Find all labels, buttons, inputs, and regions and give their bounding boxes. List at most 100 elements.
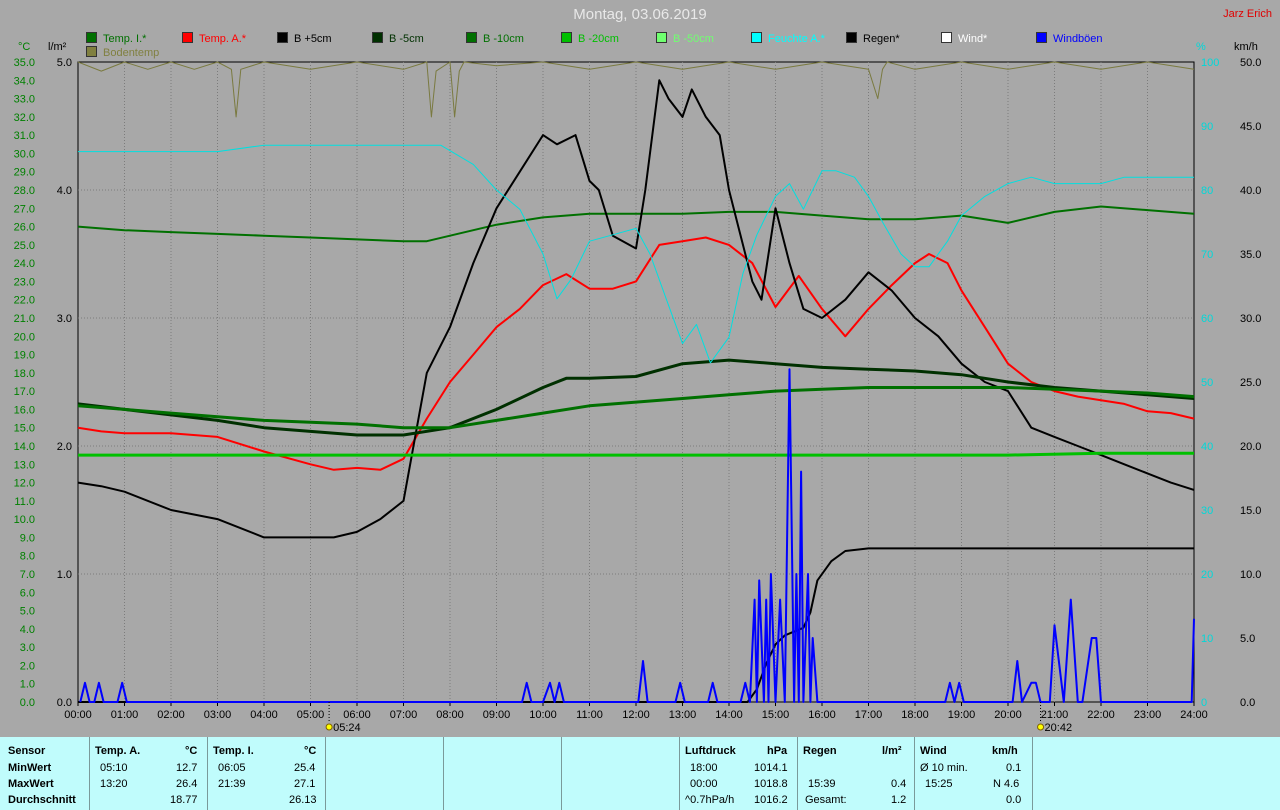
row-label-max: MaxWert	[8, 778, 54, 790]
temp-tick-label: 16.0	[14, 404, 35, 416]
temp-i-header: Temp. I.	[213, 745, 254, 757]
regen-total-label: Gesamt:	[805, 794, 847, 806]
x-tick-label: 24:00	[1180, 709, 1208, 721]
row-label-min: MinWert	[8, 762, 52, 774]
x-tick-label: 22:00	[1087, 709, 1115, 721]
rain-tick-label: 2.0	[57, 441, 72, 453]
temp-tick-label: 22.0	[14, 295, 35, 307]
row-label-avg: Durchschnitt	[8, 794, 76, 806]
rain-tick-label: 4.0	[57, 185, 72, 197]
wind-tick-label: 35.0	[1240, 249, 1261, 261]
rain-tick-label: 3.0	[57, 313, 72, 325]
regen-unit: l/m²	[882, 745, 902, 757]
temp-i-avg-value: 26.13	[289, 794, 317, 806]
wind-tick-label: 40.0	[1240, 185, 1261, 197]
temp-tick-label: 23.0	[14, 276, 35, 288]
temp-tick-label: 1.0	[20, 679, 35, 691]
pct-axis-unit: %	[1196, 41, 1206, 53]
x-tick-label: 09:00	[483, 709, 511, 721]
x-tick-label: 07:00	[390, 709, 418, 721]
pct-tick-label: 0	[1201, 697, 1207, 709]
luftdruck-unit: hPa	[767, 745, 788, 757]
luftdruck-max-value: 1018.8	[754, 778, 788, 790]
temp-tick-label: 34.0	[14, 75, 35, 87]
luftdruck-avg-value: 1016.2	[754, 794, 788, 806]
rain-tick-label: 5.0	[57, 57, 72, 69]
wind-tick-label: 20.0	[1240, 441, 1261, 453]
regen-max-value: 0.4	[891, 778, 907, 790]
luftdruck-min-time: 18:00	[690, 762, 718, 774]
summary-table: Sensor MinWert MaxWert Durchschnitt Temp…	[0, 737, 1280, 810]
temp-a-avg-value: 18.77	[170, 794, 198, 806]
temp-tick-label: 5.0	[20, 606, 35, 618]
wind-tick-label: 30.0	[1240, 313, 1261, 325]
pct-tick-label: 80	[1201, 185, 1213, 197]
pct-tick-label: 70	[1201, 249, 1213, 261]
x-tick-label: 18:00	[901, 709, 929, 721]
x-tick-label: 19:00	[948, 709, 976, 721]
temp-tick-label: 35.0	[14, 57, 35, 69]
x-tick-label: 08:00	[436, 709, 464, 721]
sensor-header: Sensor	[8, 745, 46, 757]
sunset-icon	[1037, 723, 1045, 731]
wind-tick-label: 5.0	[1240, 633, 1255, 645]
temp-tick-label: 3.0	[20, 642, 35, 654]
x-tick-label: 06:00	[343, 709, 371, 721]
temp-tick-label: 8.0	[20, 551, 35, 563]
sunrise-time: 05:24	[333, 722, 361, 734]
temp-a-min-time: 05:10	[100, 762, 128, 774]
temp-tick-label: 26.0	[14, 222, 35, 234]
pct-tick-label: 20	[1201, 569, 1213, 581]
rain-tick-label: 0.0	[57, 697, 72, 709]
temp-a-unit: °C	[185, 745, 198, 757]
x-tick-label: 10:00	[529, 709, 557, 721]
x-tick-label: 00:00	[64, 709, 92, 721]
temp-tick-label: 21.0	[14, 313, 35, 325]
wind-header: Wind	[920, 745, 947, 757]
luftdruck-max-time: 00:00	[690, 778, 718, 790]
wind-tick-label: 10.0	[1240, 569, 1261, 581]
pct-tick-label: 50	[1201, 377, 1213, 389]
rain-tick-label: 1.0	[57, 569, 72, 581]
pct-tick-label: 30	[1201, 505, 1213, 517]
temp-tick-label: 24.0	[14, 258, 35, 270]
temp-tick-label: 20.0	[14, 331, 35, 343]
x-tick-label: 13:00	[669, 709, 697, 721]
pct-tick-label: 60	[1201, 313, 1213, 325]
temp-tick-label: 18.0	[14, 368, 35, 380]
pct-tick-label: 100	[1201, 57, 1219, 69]
wind-tick-label: 15.0	[1240, 505, 1261, 517]
temp-a-min-value: 12.7	[176, 762, 198, 774]
temp-tick-label: 31.0	[14, 130, 35, 142]
temp-tick-label: 12.0	[14, 478, 35, 490]
temp-tick-label: 19.0	[14, 350, 35, 362]
sunset-time: 20:42	[1045, 722, 1073, 734]
x-tick-label: 23:00	[1134, 709, 1162, 721]
temp-tick-label: 25.0	[14, 240, 35, 252]
x-tick-label: 03:00	[204, 709, 232, 721]
x-tick-label: 21:00	[1041, 709, 1069, 721]
x-tick-label: 14:00	[715, 709, 743, 721]
x-tick-label: 11:00	[576, 709, 603, 721]
x-tick-label: 05:00	[297, 709, 325, 721]
temp-tick-label: 27.0	[14, 203, 35, 215]
temp-tick-label: 29.0	[14, 167, 35, 179]
temp-tick-label: 28.0	[14, 185, 35, 197]
temp-tick-label: 6.0	[20, 587, 35, 599]
regen-header: Regen	[803, 745, 837, 757]
wind-tick-label: 50.0	[1240, 57, 1261, 69]
x-tick-label: 12:00	[622, 709, 650, 721]
temp-tick-label: 32.0	[14, 112, 35, 124]
temp-tick-label: 4.0	[20, 624, 35, 636]
temp-tick-label: 15.0	[14, 423, 35, 435]
temp-tick-label: 30.0	[14, 148, 35, 160]
temp-tick-label: 7.0	[20, 569, 35, 581]
temp-axis-unit: °C	[18, 41, 30, 53]
wind-unit: km/h	[992, 745, 1018, 757]
pct-tick-label: 90	[1201, 121, 1213, 133]
wind-avg10-label: Ø 10 min.	[920, 762, 968, 774]
luftdruck-min-value: 1014.1	[754, 762, 788, 774]
x-tick-label: 20:00	[994, 709, 1022, 721]
wind-max-value: N 4.6	[993, 778, 1020, 790]
temp-tick-label: 11.0	[14, 496, 35, 508]
